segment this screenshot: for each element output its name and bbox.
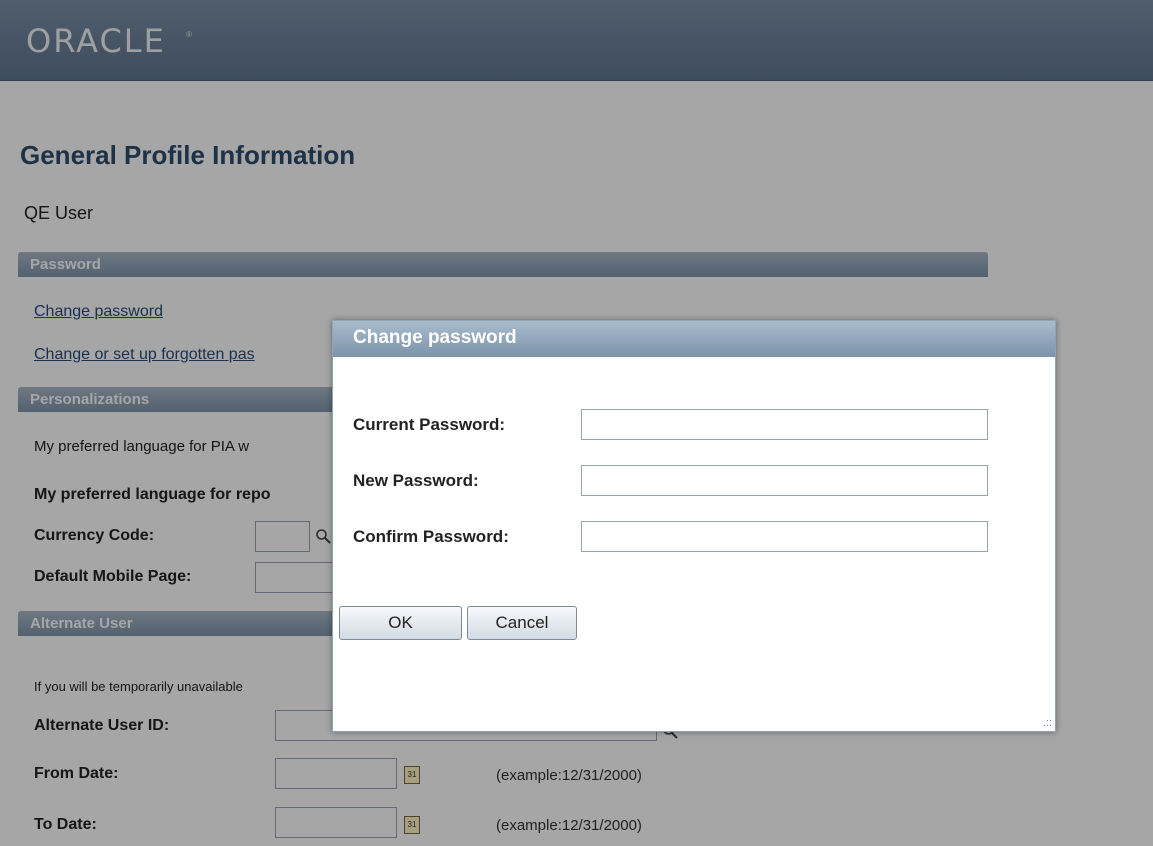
confirm-password-input[interactable]: [581, 521, 988, 552]
ok-button[interactable]: OK: [339, 606, 462, 640]
change-password-dialog: Change password Current Password: New Pa…: [332, 320, 1056, 732]
current-password-label: Current Password:: [353, 415, 506, 434]
confirm-password-label: Confirm Password:: [353, 527, 509, 546]
dialog-title[interactable]: Change password: [333, 321, 1055, 357]
current-password-input[interactable]: [581, 409, 988, 440]
resize-grip-icon[interactable]: .::: [1043, 718, 1052, 729]
cancel-button[interactable]: Cancel: [467, 606, 577, 640]
new-password-label: New Password:: [353, 471, 479, 490]
new-password-input[interactable]: [581, 465, 988, 496]
